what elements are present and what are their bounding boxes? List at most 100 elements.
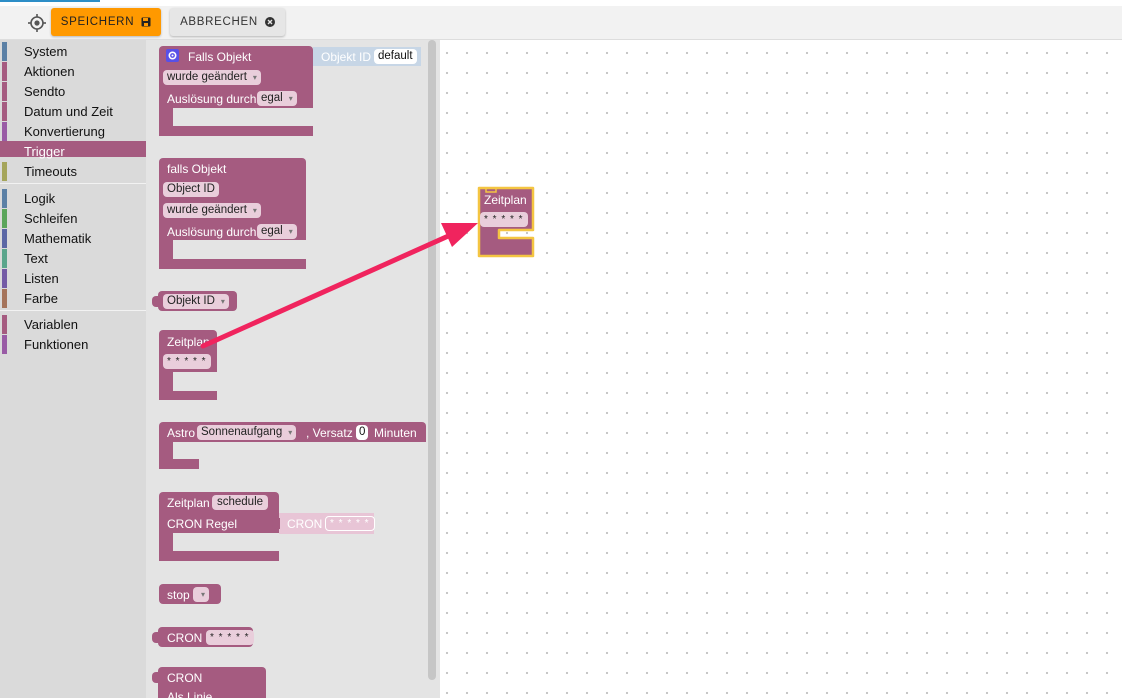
sidebar-item-farbe[interactable]: Farbe: [0, 289, 146, 308]
astro-label: Astro: [167, 426, 196, 440]
category-color-swatch: [2, 229, 7, 248]
category-color-swatch: [2, 269, 7, 288]
sidebar-item-aktionen[interactable]: Aktionen: [0, 62, 146, 81]
stop-label: stop: [167, 588, 190, 602]
block-body: [159, 459, 199, 469]
objid-label: Objekt ID: [321, 50, 372, 64]
cron-value-field[interactable]: * * * * *: [325, 516, 375, 531]
sidebar-item-label: Text: [24, 251, 48, 266]
sidebar-item-sendto[interactable]: Sendto: [0, 82, 146, 101]
sidebar-item-system[interactable]: System: [0, 42, 146, 61]
sidebar-item-schleifen[interactable]: Schleifen: [0, 209, 146, 228]
category-color-swatch: [2, 162, 7, 181]
schedule-name-field[interactable]: schedule: [212, 495, 269, 510]
trigger-dropdown[interactable]: egal: [257, 91, 297, 106]
trigger-dropdown[interactable]: egal: [257, 224, 297, 239]
sidebar-item-text[interactable]: Text: [0, 249, 146, 268]
changed-dropdown[interactable]: wurde geändert: [163, 203, 261, 218]
category-color-swatch: [2, 122, 7, 141]
sidebar-item-funktionen[interactable]: Funktionen: [0, 335, 146, 354]
category-color-swatch: [2, 315, 7, 334]
gear-icon[interactable]: [166, 49, 179, 62]
minutes-label: Minuten: [374, 426, 417, 440]
category-color-swatch: [2, 62, 7, 81]
block-body: [159, 126, 313, 136]
category-sidebar: System Aktionen Sendto Datum und Zeit Ko…: [0, 40, 146, 698]
sidebar-item-label: Trigger: [24, 144, 65, 159]
category-color-swatch: [2, 82, 7, 101]
sidebar-item-label: Konvertierung: [24, 124, 105, 139]
block-body: [159, 371, 173, 393]
category-separator: [0, 183, 146, 184]
category-color-swatch: [2, 335, 7, 354]
save-button[interactable]: SPEICHERN: [51, 8, 161, 36]
block-body: [159, 551, 279, 561]
output-plug: [152, 296, 159, 307]
cron-rule-label: CRON Regel: [167, 517, 238, 531]
sidebar-item-konvertierung[interactable]: Konvertierung: [0, 122, 146, 141]
sidebar-item-mathematik[interactable]: Mathematik: [0, 229, 146, 248]
objid-value[interactable]: default: [374, 49, 417, 64]
sidebar-item-label: Timeouts: [24, 164, 77, 179]
sidebar-item-label: Farbe: [24, 291, 58, 306]
block-body: [159, 391, 217, 400]
category-color-swatch: [2, 42, 7, 61]
stop-dropdown[interactable]: [193, 587, 209, 602]
category-color-swatch: [2, 189, 7, 208]
trigger-label: Auslösung durch: [167, 225, 257, 239]
floppy-icon: [141, 17, 151, 27]
offset-field[interactable]: 0: [356, 425, 369, 440]
sidebar-item-trigger[interactable]: Trigger: [0, 141, 146, 159]
save-button-label: SPEICHERN: [60, 16, 135, 28]
sidebar-item-variablen[interactable]: Variablen: [0, 315, 146, 334]
changed-dropdown[interactable]: wurde geändert: [163, 70, 261, 85]
category-color-swatch: [2, 249, 7, 268]
sidebar-item-datum-und-zeit[interactable]: Datum und Zeit: [0, 102, 146, 121]
objid-dropdown[interactable]: Objekt ID: [163, 294, 229, 309]
input-socket: [306, 52, 313, 64]
sidebar-item-label: Schleifen: [24, 211, 78, 226]
cancel-button[interactable]: ABBRECHEN: [170, 8, 285, 36]
workspace-canvas[interactable]: [440, 40, 1122, 698]
cron-label: CRON: [167, 631, 203, 645]
output-plug: [152, 632, 159, 643]
block-body: [159, 441, 173, 461]
category-color-swatch: [2, 102, 7, 121]
sidebar-item-label: System: [24, 44, 68, 59]
sidebar-item-label: Datum und Zeit: [24, 104, 113, 119]
category-color-swatch: [2, 141, 7, 157]
sidebar-item-label: Listen: [24, 271, 59, 286]
sidebar-item-label: Aktionen: [24, 64, 75, 79]
sidebar-item-logik[interactable]: Logik: [0, 189, 146, 208]
objid-field[interactable]: Object ID: [163, 182, 219, 197]
sidebar-item-timeouts[interactable]: Timeouts: [0, 162, 146, 181]
toolbar: SPEICHERN ABBRECHEN: [0, 6, 1122, 40]
output-plug: [152, 672, 159, 683]
block-body: [159, 259, 306, 269]
as-line-row: Als Linie: [167, 690, 227, 698]
cron-value-field[interactable]: * * * * *: [206, 630, 254, 645]
block-title: Falls Objekt: [188, 50, 252, 64]
block-body: [159, 240, 173, 260]
sidebar-item-label: Funktionen: [24, 337, 89, 352]
astro-event-dropdown[interactable]: Sonnenaufgang: [197, 425, 297, 440]
cancel-button-label: ABBRECHEN: [180, 16, 258, 28]
offset-label: , Versatz: [306, 426, 353, 440]
input-socket: [272, 518, 280, 529]
sidebar-item-label: Mathematik: [24, 231, 92, 246]
category-color-swatch: [2, 209, 7, 228]
flyout-scrollbar[interactable]: [428, 40, 436, 680]
schedule-field[interactable]: * * * * *: [480, 212, 528, 227]
block-body: [159, 108, 173, 128]
sidebar-item-listen[interactable]: Listen: [0, 269, 146, 288]
crosshair-icon[interactable]: [27, 13, 47, 33]
sidebar-item-label: Logik: [24, 191, 56, 206]
as-line-label: Als Linie: [167, 690, 213, 698]
block-body: [159, 532, 173, 552]
trigger-label: Auslösung durch: [167, 92, 257, 106]
category-color-swatch: [2, 289, 7, 308]
block-title: Zeitplan: [484, 193, 527, 207]
close-circle-icon: [264, 17, 275, 27]
schedule-field[interactable]: * * * * *: [163, 354, 211, 369]
category-separator: [0, 310, 146, 311]
